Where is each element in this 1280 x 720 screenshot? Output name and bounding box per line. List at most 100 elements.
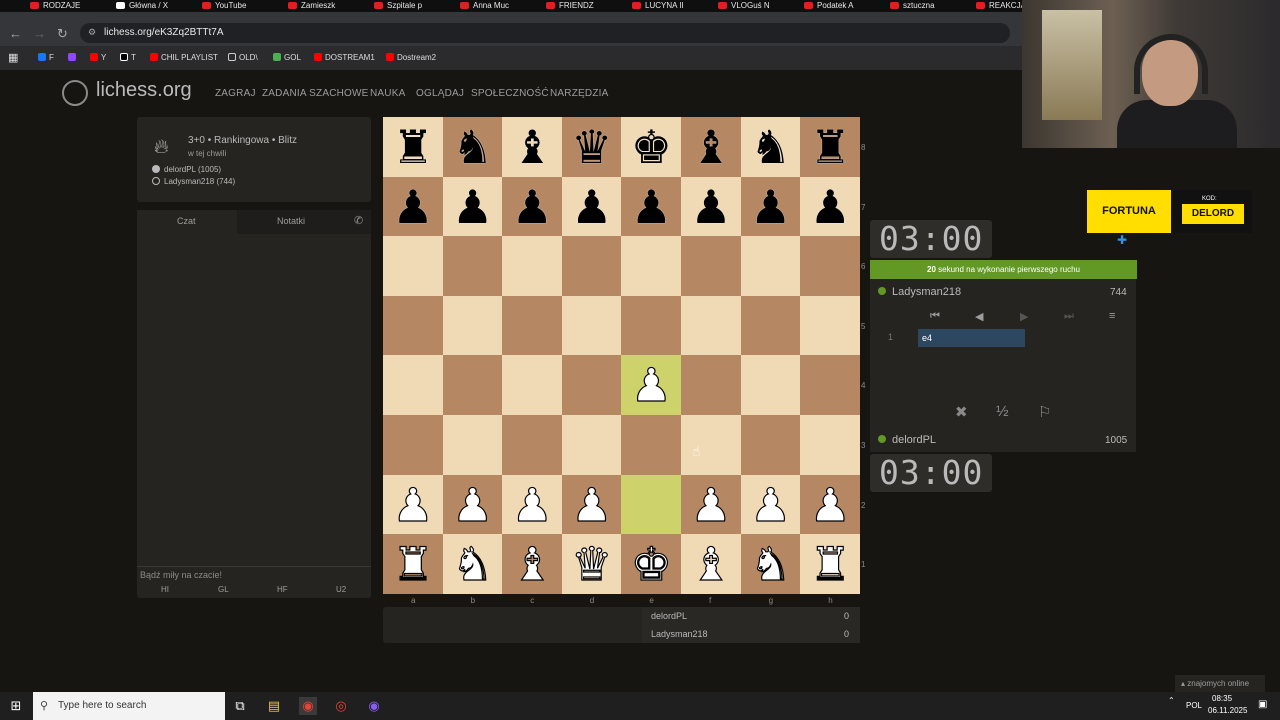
black-pawn-icon[interactable]: ♟ — [562, 177, 622, 237]
black-pawn-icon[interactable]: ♟ — [383, 177, 443, 237]
white-pawn-icon[interactable]: ♟ — [383, 475, 443, 535]
browser-tab[interactable]: Szpitale p — [374, 0, 444, 12]
forward-arrow-icon[interactable]: → — [33, 26, 46, 41]
bookmark-item[interactable] — [68, 53, 79, 62]
square-g6[interactable] — [740, 236, 801, 297]
bookmark-item[interactable]: GOL — [273, 53, 301, 62]
browser-tab[interactable]: Główna / X — [116, 0, 186, 12]
reload-icon[interactable]: ↻ — [57, 26, 68, 42]
nav-ogladaj[interactable]: OGLĄDAJ — [416, 88, 464, 99]
square-c5[interactable] — [502, 295, 563, 356]
chat-preset[interactable]: GL — [218, 585, 229, 594]
square-b5[interactable] — [442, 295, 503, 356]
black-pawn-icon[interactable]: ♟ — [741, 177, 801, 237]
square-a4[interactable] — [383, 355, 443, 416]
draw-offer-icon[interactable]: ½ — [996, 403, 1009, 420]
square-h5[interactable] — [800, 295, 861, 356]
menu-icon[interactable]: ≡ — [1109, 310, 1115, 322]
white-knight-icon[interactable]: ♞ — [443, 534, 503, 594]
black-knight-icon[interactable]: ♞ — [443, 117, 503, 177]
chat-preset[interactable]: HI — [161, 585, 169, 594]
black-queen-icon[interactable]: ♛ — [562, 117, 622, 177]
white-bishop-icon[interactable]: ♝ — [681, 534, 741, 594]
square-e5[interactable] — [621, 295, 682, 356]
square-h3[interactable] — [800, 415, 861, 475]
square-f3[interactable] — [681, 415, 741, 475]
browser-tab[interactable]: Anna Muc — [460, 0, 530, 12]
square-b6[interactable] — [442, 236, 503, 297]
nav-zagraj[interactable]: ZAGRAJ — [215, 88, 256, 99]
clock-time[interactable]: 08:35 — [1212, 694, 1232, 703]
browser-tab[interactable]: VLOGuś N — [718, 0, 788, 12]
black-rook-icon[interactable]: ♜ — [383, 117, 443, 177]
friends-online[interactable]: ▴ znajomych online — [1175, 675, 1265, 692]
nav-zadania[interactable]: ZADANIA SZACHOWE — [262, 88, 369, 99]
browser-tab[interactable]: FRIENDZ — [546, 0, 616, 12]
square-b3[interactable] — [442, 415, 503, 475]
phone-icon[interactable]: ✆ — [354, 214, 363, 227]
site-logo[interactable]: lichess.org — [96, 79, 192, 102]
score-player[interactable]: Ladysman218 — [651, 629, 708, 639]
square-h4[interactable] — [800, 355, 861, 416]
apps-grid-icon[interactable]: ▦ — [8, 51, 18, 64]
notifications-icon[interactable]: ▣ — [1258, 699, 1267, 710]
square-g3[interactable] — [740, 415, 801, 475]
score-player[interactable]: delordPL — [651, 611, 687, 621]
black-pawn-icon[interactable]: ♟ — [800, 177, 860, 237]
next-move-icon[interactable]: ▶ — [1020, 310, 1028, 323]
chrome-icon[interactable]: ◉ — [299, 697, 317, 715]
square-c6[interactable] — [502, 236, 563, 297]
taskbar-search[interactable]: Type here to search — [33, 692, 225, 720]
white-pawn-icon[interactable]: ♟ — [741, 475, 801, 535]
nav-nauka[interactable]: NAUKA — [370, 88, 405, 99]
white-pawn-icon[interactable]: ♟ — [800, 475, 860, 535]
black-pawn-icon[interactable]: ♟ — [443, 177, 503, 237]
black-pawn-icon[interactable]: ♟ — [502, 177, 562, 237]
browser-tab[interactable]: Podatek A — [804, 0, 874, 12]
bookmark-item[interactable]: F — [38, 53, 54, 62]
browser-tab[interactable]: REAKCJA — [976, 0, 1022, 12]
black-knight-icon[interactable]: ♞ — [741, 117, 801, 177]
black-player[interactable]: Ladysman218 (744) — [152, 177, 235, 186]
white-knight-icon[interactable]: ♞ — [741, 534, 801, 594]
white-rook-icon[interactable]: ♜ — [383, 534, 443, 594]
square-e2[interactable] — [621, 474, 682, 535]
browser-tab[interactable]: YouTube — [202, 0, 272, 12]
square-d4[interactable] — [561, 355, 622, 416]
black-bishop-icon[interactable]: ♝ — [502, 117, 562, 177]
task-view-icon[interactable]: ⧉ — [231, 697, 249, 715]
square-h6[interactable] — [800, 236, 861, 297]
square-a6[interactable] — [383, 236, 443, 297]
browser-tab[interactable]: Zamieszk — [288, 0, 358, 12]
white-rook-icon[interactable]: ♜ — [800, 534, 860, 594]
browser-tab[interactable]: RODZAJE — [30, 0, 110, 12]
square-g5[interactable] — [740, 295, 801, 356]
square-b4[interactable] — [442, 355, 503, 416]
tab-notes[interactable]: Notatki — [277, 216, 305, 226]
prev-move-icon[interactable]: ◀ — [975, 310, 983, 323]
opponent-name[interactable]: Ladysman218 — [878, 286, 961, 298]
black-rook-icon[interactable]: ♜ — [800, 117, 860, 177]
bookmark-item[interactable]: T — [120, 53, 136, 62]
square-f4[interactable] — [681, 355, 741, 416]
square-e3[interactable] — [621, 415, 682, 475]
white-player[interactable]: delordPL (1005) — [152, 165, 221, 174]
browser-tab[interactable]: LUCYNA II — [632, 0, 702, 12]
white-pawn-icon[interactable]: ♟ — [562, 475, 622, 535]
chessboard[interactable]: ♜ ♞ ♝ ♛ ♚ ♝ ♞ ♜ ♟ ♟ ♟ ♟ ♟ ♟ ♟ ♟ ♟ ♟ ♟ ♟ ♟ ♟ ♟ ♟ ♜ ♞ ♝ ♛ ♚ ♝ ♞ ♜ — [383, 117, 861, 595]
white-bishop-icon[interactable]: ♝ — [502, 534, 562, 594]
windows-start-icon[interactable]: ⊞ — [7, 697, 25, 715]
square-c3[interactable] — [502, 415, 563, 475]
black-pawn-icon[interactable]: ♟ — [621, 177, 681, 237]
square-f6[interactable] — [681, 236, 741, 297]
black-bishop-icon[interactable]: ♝ — [681, 117, 741, 177]
square-d3[interactable] — [561, 415, 622, 475]
bookmark-item[interactable]: OLD\ — [228, 53, 258, 62]
black-king-icon[interactable]: ♚ — [621, 117, 681, 177]
square-g4[interactable] — [740, 355, 801, 416]
white-queen-icon[interactable]: ♛ — [562, 534, 622, 594]
nav-narzedzia[interactable]: NARZĘDZIA — [550, 88, 608, 99]
bookmark-item[interactable]: Y — [90, 53, 106, 62]
tray-chevron-icon[interactable]: ⌃ — [1168, 696, 1175, 705]
white-pawn-icon[interactable]: ♟ — [502, 475, 562, 535]
